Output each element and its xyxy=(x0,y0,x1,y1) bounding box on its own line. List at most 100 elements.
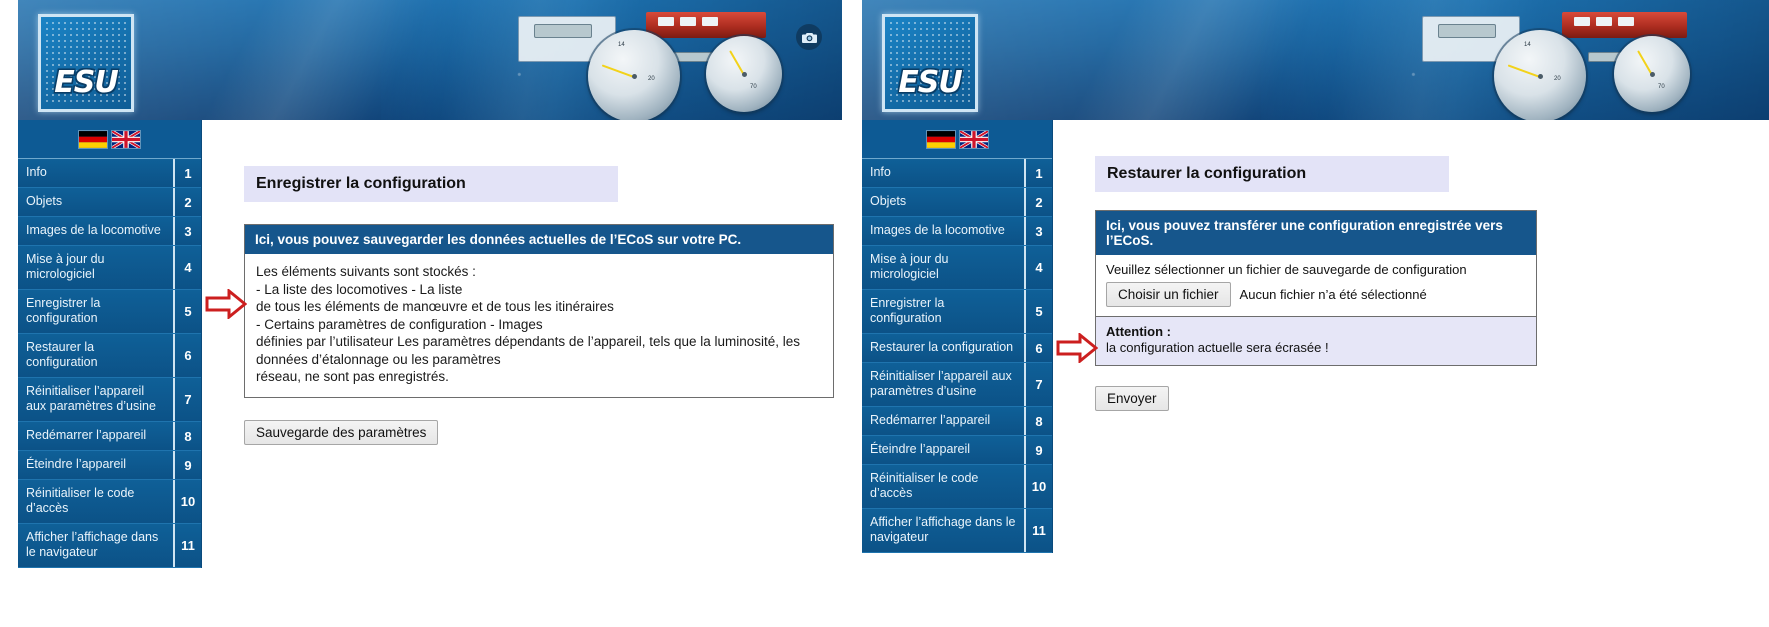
sidebar-item-label: Images de la locomotive xyxy=(870,223,1005,237)
page-title: Enregistrer la configuration xyxy=(244,166,618,202)
speedometer-dial-small: 70 xyxy=(706,36,782,112)
right-sidebar-menu: Info 1 Objets 2 Images de la locomotive … xyxy=(862,158,1052,553)
sidebar-item-restart-device[interactable]: Redémarrer l’appareil 8 xyxy=(18,422,201,451)
sidebar-item-info[interactable]: Info 1 xyxy=(18,159,201,188)
esu-logo: ESU xyxy=(882,14,978,112)
sidebar-item-label: Objets xyxy=(26,194,63,208)
red-arrow-icon xyxy=(1056,333,1098,363)
left-content: Enregistrer la configuration Ici, vous p… xyxy=(202,120,842,445)
german-flag-icon[interactable] xyxy=(926,130,955,148)
sidebar-item-firmware-update[interactable]: Mise à jour du micrologiciel 4 xyxy=(18,246,201,290)
sidebar-item-number: 8 xyxy=(173,422,201,450)
sidebar-item-label: Info xyxy=(26,165,47,179)
sidebar-item-label: Info xyxy=(870,165,891,179)
sidebar-item-restore-config[interactable]: Restaurer la configuration 6 xyxy=(862,334,1052,363)
save-config-card: Ici, vous pouvez sauvegarder les données… xyxy=(244,224,834,398)
dial-needle xyxy=(1507,64,1541,78)
speedometer-dial-small: 70 xyxy=(1614,36,1690,112)
camera-icon[interactable] xyxy=(796,24,822,50)
sidebar-item-shutdown-device[interactable]: Éteindre l’appareil 9 xyxy=(18,451,201,480)
dial-number: 70 xyxy=(1658,84,1665,90)
german-flag-icon[interactable] xyxy=(79,130,107,148)
sidebar-item-reset-access-code[interactable]: Réinitialiser le code d’accès 10 xyxy=(862,465,1052,509)
sidebar-item-number: 9 xyxy=(173,451,201,479)
save-settings-button[interactable]: Sauvegarde des paramètres xyxy=(244,419,439,445)
sidebar-item-number: 2 xyxy=(1024,188,1052,216)
sidebar-item-shutdown-device[interactable]: Éteindre l’appareil 9 xyxy=(862,436,1052,465)
sidebar-item-save-config[interactable]: Enregistrer la configuration 5 xyxy=(18,290,201,334)
restore-config-card: Ici, vous pouvez transférer une configur… xyxy=(1095,210,1537,366)
sidebar-item-number: 8 xyxy=(1024,407,1052,435)
sidebar-item-show-display-in-browser[interactable]: Afficher l’affichage dans le navigateur … xyxy=(862,509,1052,553)
save-button-wrap: Sauvegarde des paramètres xyxy=(244,419,842,445)
sidebar-item-reset-access-code[interactable]: Réinitialiser le code d’accès 10 xyxy=(18,480,201,524)
dial-hub xyxy=(741,71,747,77)
dial-needle xyxy=(601,64,635,78)
sidebar-item-number: 3 xyxy=(1024,217,1052,245)
file-picker: Choisir un fichier Aucun fichier n’a été… xyxy=(1106,282,1526,307)
sidebar-item-show-display-in-browser[interactable]: Afficher l’affichage dans le navigateur … xyxy=(18,524,201,568)
sidebar-item-label: Réinitialiser l’appareil aux paramètres … xyxy=(870,369,1012,398)
sidebar-item-label: Réinitialiser le code d’accès xyxy=(26,486,135,515)
sidebar-item-number: 6 xyxy=(1024,334,1052,362)
banner-loco-window xyxy=(702,17,718,26)
logo-wordmark: ESU xyxy=(898,65,962,100)
dial-number: 14 xyxy=(618,42,625,48)
sidebar-item-objets[interactable]: Objets 2 xyxy=(18,188,201,217)
left-sidebar-menu: Info 1 Objets 2 Images de la locomotive … xyxy=(18,158,201,568)
sidebar-item-label: Mise à jour du micrologiciel xyxy=(26,252,105,281)
card-body: Les éléments suivants sont stockés : - L… xyxy=(245,254,833,397)
sidebar-item-info[interactable]: Info 1 xyxy=(862,159,1052,188)
body-line: Les éléments suivants sont stockés : xyxy=(256,264,476,279)
submit-button-wrap: Envoyer xyxy=(1095,386,1769,411)
sidebar-item-factory-reset[interactable]: Réinitialiser l’appareil aux paramètres … xyxy=(862,363,1052,407)
no-file-selected-label: Aucun fichier n’a été sélectionné xyxy=(1239,287,1427,302)
sidebar-item-number: 5 xyxy=(173,290,201,333)
sidebar-item-label: Objets xyxy=(870,194,907,208)
sidebar-item-restart-device[interactable]: Redémarrer l’appareil 8 xyxy=(862,407,1052,436)
sidebar-item-number: 7 xyxy=(173,378,201,421)
sidebar-item-number: 1 xyxy=(173,159,201,187)
sidebar-item-restore-config[interactable]: Restaurer la configuration 6 xyxy=(18,334,201,378)
sidebar-item-objets[interactable]: Objets 2 xyxy=(862,188,1052,217)
file-hint-text: Veuillez sélectionner un fichier de sauv… xyxy=(1106,262,1467,277)
submit-button[interactable]: Envoyer xyxy=(1095,386,1169,411)
warning-text: la configuration actuelle sera écrasée ! xyxy=(1106,340,1329,355)
uk-flag-icon[interactable] xyxy=(112,130,140,148)
left-body: Info 1 Objets 2 Images de la locomotive … xyxy=(18,120,842,568)
sidebar-item-factory-reset[interactable]: Réinitialiser l’appareil aux paramètres … xyxy=(18,378,201,422)
uk-flag-icon[interactable] xyxy=(959,130,988,148)
sidebar-item-label: Mise à jour du micrologiciel xyxy=(870,252,949,281)
sidebar-item-number: 1 xyxy=(1024,159,1052,187)
sidebar-item-firmware-update[interactable]: Mise à jour du micrologiciel 4 xyxy=(862,246,1052,290)
right-sidebar: Info 1 Objets 2 Images de la locomotive … xyxy=(862,120,1053,553)
left-screenshot: 14 20 70 ESU Info 1 Objets 2 Images de l… xyxy=(18,0,842,627)
red-arrow-icon xyxy=(205,289,247,319)
sidebar-item-label: Enregistrer la configuration xyxy=(26,296,101,325)
sidebar-item-loco-images[interactable]: Images de la locomotive 3 xyxy=(18,217,201,246)
choose-file-button[interactable]: Choisir un fichier xyxy=(1106,282,1231,307)
sidebar-item-label: Afficher l’affichage dans le navigateur xyxy=(26,530,159,559)
sidebar-item-save-config[interactable]: Enregistrer la configuration 5 xyxy=(862,290,1052,334)
body-line: - Certains paramètres de configuration -… xyxy=(256,316,543,332)
dial-number: 14 xyxy=(1524,42,1531,48)
sidebar-item-number: 2 xyxy=(173,188,201,216)
left-sidebar: Info 1 Objets 2 Images de la locomotive … xyxy=(18,120,202,568)
sidebar-item-label: Réinitialiser l’appareil aux paramètres … xyxy=(26,384,156,413)
sidebar-item-label: Restaurer la configuration xyxy=(870,340,1014,354)
right-content: Restaurer la configuration Ici, vous pou… xyxy=(1053,120,1769,411)
sidebar-item-number: 3 xyxy=(173,217,201,245)
sidebar-item-label: Afficher l’affichage dans le navigateur xyxy=(870,515,1016,544)
dial-hub xyxy=(1649,71,1655,77)
card-header: Ici, vous pouvez sauvegarder les données… xyxy=(245,225,833,254)
right-screenshot: 14 20 70 ESU Info 1 Objets 2 Images de l… xyxy=(862,0,1769,627)
dial-hub xyxy=(1537,73,1543,79)
body-line: données d’étalonnage ou les paramètres xyxy=(256,351,501,367)
page-title: Restaurer la configuration xyxy=(1095,156,1449,192)
banner-lcd xyxy=(673,52,713,62)
dial-number: 20 xyxy=(1554,76,1561,82)
sidebar-item-loco-images[interactable]: Images de la locomotive 3 xyxy=(862,217,1052,246)
card-header: Ici, vous pouvez transférer une configur… xyxy=(1096,211,1536,255)
sidebar-item-label: Éteindre l’appareil xyxy=(870,442,971,456)
esu-logo: ESU xyxy=(38,14,134,112)
